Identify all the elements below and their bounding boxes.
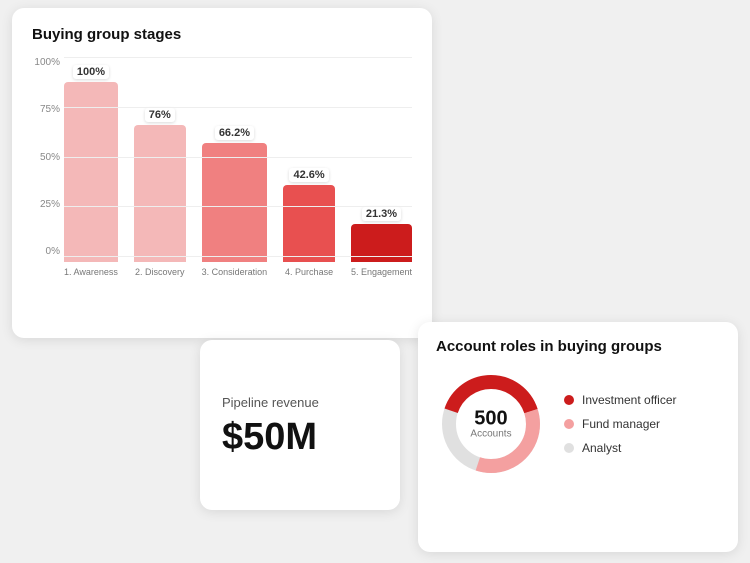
y-axis-label: 0% bbox=[32, 246, 60, 257]
bar bbox=[64, 82, 118, 262]
bar-value-label: 100% bbox=[73, 65, 109, 79]
stages-title: Buying group stages bbox=[32, 26, 412, 43]
roles-content: 500 Accounts Investment officer Fund mana… bbox=[436, 369, 720, 479]
bar-group: 76% 2. Discovery bbox=[134, 108, 186, 277]
bar-group: 42.6% 4. Purchase bbox=[283, 168, 335, 277]
bar-chart: 0% 25% 50% 75% 100% 100% 1. Awareness 76% 2. Di… bbox=[32, 57, 412, 277]
bar-value-label: 21.3% bbox=[362, 207, 401, 221]
y-axis-label: 50% bbox=[32, 152, 60, 163]
bar-x-label: 4. Purchase bbox=[285, 267, 333, 277]
bar-value-label: 76% bbox=[145, 108, 175, 122]
y-axis-label: 25% bbox=[32, 199, 60, 210]
roles-card: Account roles in buying groups 500 Accou… bbox=[418, 322, 738, 552]
legend-dot bbox=[564, 395, 574, 405]
donut-chart: 500 Accounts bbox=[436, 369, 546, 479]
stages-card: Buying group stages 0% 25% 50% 75% 100% 100%… bbox=[12, 8, 432, 338]
bar-x-label: 3. Consideration bbox=[202, 267, 268, 277]
bar bbox=[283, 185, 335, 262]
legend-item: Investment officer bbox=[564, 393, 677, 407]
bar-group: 21.3% 5. Engagement bbox=[351, 207, 412, 277]
bar bbox=[134, 125, 186, 262]
legend-label: Investment officer bbox=[582, 393, 677, 407]
legend: Investment officer Fund manager Analyst bbox=[564, 393, 677, 455]
legend-label: Fund manager bbox=[582, 417, 660, 431]
pipeline-card: Pipeline revenue $50M bbox=[200, 340, 400, 510]
donut-sub: Accounts bbox=[470, 429, 511, 440]
legend-dot bbox=[564, 419, 574, 429]
bar-group: 100% 1. Awareness bbox=[64, 65, 118, 277]
donut-center: 500 Accounts bbox=[470, 409, 511, 440]
bars-container: 100% 1. Awareness 76% 2. Discovery 66.2% 3. C… bbox=[64, 57, 412, 277]
donut-number: 500 bbox=[470, 409, 511, 429]
legend-label: Analyst bbox=[582, 441, 621, 455]
legend-dot bbox=[564, 443, 574, 453]
y-axis-label: 75% bbox=[32, 104, 60, 115]
bar-group: 66.2% 3. Consideration bbox=[202, 126, 268, 277]
legend-item: Analyst bbox=[564, 441, 677, 455]
pipeline-value: $50M bbox=[222, 418, 378, 456]
bar-x-label: 5. Engagement bbox=[351, 267, 412, 277]
bar-x-label: 2. Discovery bbox=[135, 267, 185, 277]
bar-value-label: 42.6% bbox=[289, 168, 328, 182]
y-axis: 0% 25% 50% 75% 100% bbox=[32, 57, 60, 277]
pipeline-label: Pipeline revenue bbox=[222, 395, 378, 410]
roles-title: Account roles in buying groups bbox=[436, 338, 720, 355]
bar bbox=[202, 143, 268, 262]
y-axis-label: 100% bbox=[32, 57, 60, 68]
bar-value-label: 66.2% bbox=[215, 126, 254, 140]
legend-item: Fund manager bbox=[564, 417, 677, 431]
bar bbox=[351, 224, 412, 262]
bar-x-label: 1. Awareness bbox=[64, 267, 118, 277]
